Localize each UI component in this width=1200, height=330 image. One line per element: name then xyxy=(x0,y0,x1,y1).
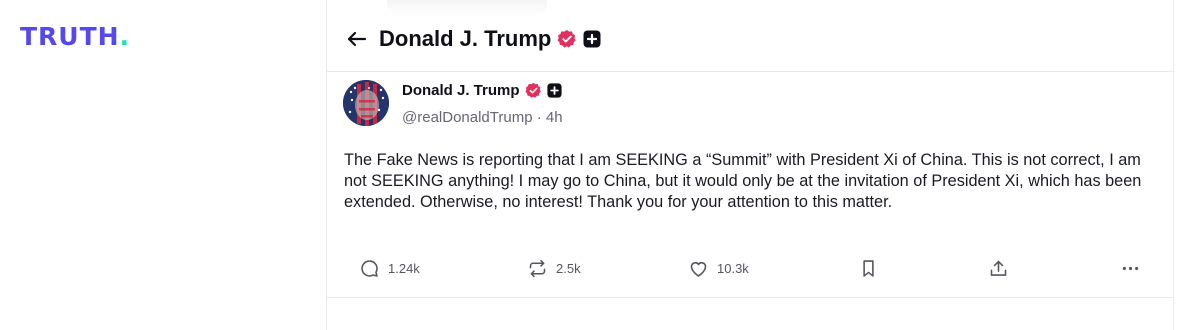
post-time[interactable]: 4h xyxy=(546,109,563,126)
heart-icon xyxy=(690,261,707,277)
truth-logo[interactable]: TRUTH. xyxy=(20,22,130,51)
verified-icon xyxy=(524,82,541,98)
post-actions: 1.24k 2.5k 10.3k xyxy=(327,254,1173,282)
plus-badge-icon xyxy=(583,30,601,48)
like-button[interactable]: 10.3k xyxy=(688,254,749,282)
page-header: Donald J. Trump xyxy=(327,0,1173,72)
back-button[interactable] xyxy=(345,27,369,51)
plus-badge-icon xyxy=(546,83,562,98)
more-button[interactable] xyxy=(1120,254,1141,282)
meta-separator: · xyxy=(536,109,542,126)
post-meta: @realDonaldTrump · 4h xyxy=(402,109,563,126)
share-icon xyxy=(990,260,1007,276)
logo-dot: . xyxy=(119,22,131,51)
reply-button[interactable]: 1.24k xyxy=(359,254,420,282)
logo-text: TRUTH xyxy=(20,22,120,51)
avatar-image xyxy=(343,80,389,126)
retruth-button[interactable]: 2.5k xyxy=(527,254,581,282)
arrow-left-icon xyxy=(347,31,367,47)
more-icon xyxy=(1122,266,1139,270)
retruth-icon xyxy=(529,259,546,277)
reply-count: 1.24k xyxy=(388,260,420,276)
header-name: Donald J. Trump xyxy=(379,26,552,51)
post-text: The Fake News is reporting that I am SEE… xyxy=(344,151,1142,211)
verified-icon xyxy=(557,30,577,48)
bookmark-icon xyxy=(863,259,874,277)
main-column: Donald J. Trump Donald J. Trump @realDon… xyxy=(326,0,1174,330)
author-name[interactable]: Donald J. Trump xyxy=(402,82,520,99)
bookmark-button[interactable] xyxy=(858,254,879,282)
page-title: Donald J. Trump xyxy=(379,26,601,52)
author-handle[interactable]: @realDonaldTrump xyxy=(402,109,533,126)
reply-icon xyxy=(361,259,378,277)
post-divider xyxy=(327,297,1173,298)
retruth-count: 2.5k xyxy=(556,260,581,276)
author-line: Donald J. Trump xyxy=(402,82,562,99)
like-count: 10.3k xyxy=(717,260,749,276)
share-button[interactable] xyxy=(988,254,1009,282)
avatar[interactable] xyxy=(343,80,389,126)
